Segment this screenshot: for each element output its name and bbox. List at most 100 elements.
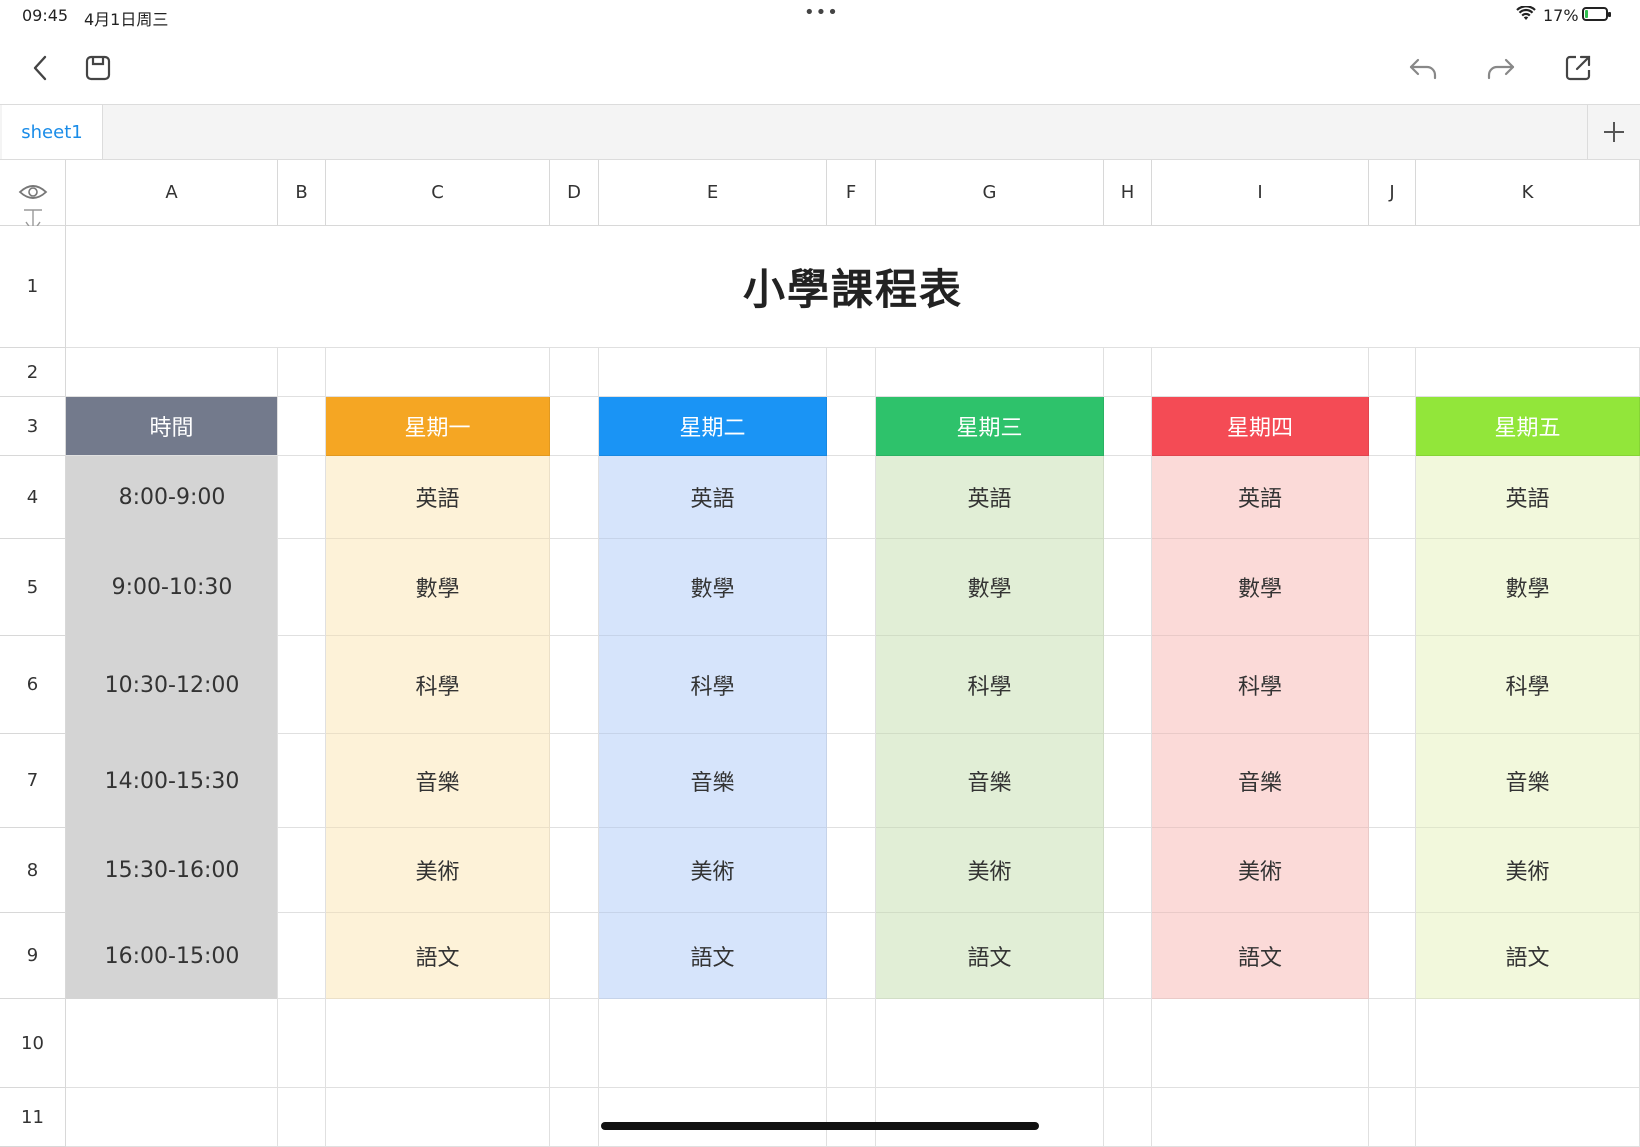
cell[interactable] [876,1088,1104,1147]
row-header-5[interactable]: 5 [0,539,66,636]
cell[interactable] [599,1088,827,1147]
cell[interactable] [1104,539,1152,636]
cell[interactable] [326,1088,550,1147]
cell[interactable] [550,456,599,539]
cell[interactable] [278,999,326,1088]
cell[interactable] [599,999,827,1088]
cell[interactable] [550,636,599,734]
plus-icon[interactable] [1587,105,1640,159]
time-slot[interactable]: 8:00-9:00 [66,456,278,539]
subject-cell[interactable]: 科學 [876,636,1104,734]
save-icon[interactable] [80,50,116,86]
cell[interactable] [550,913,599,999]
cell[interactable] [599,348,827,397]
subject-cell[interactable]: 科學 [1152,636,1369,734]
cell[interactable] [326,348,550,397]
cell[interactable] [876,348,1104,397]
subject-cell[interactable]: 語文 [1416,913,1640,999]
cell[interactable] [278,456,326,539]
subject-cell[interactable]: 英語 [1152,456,1369,539]
cell[interactable] [827,913,876,999]
subject-cell[interactable]: 音樂 [326,734,550,828]
subject-cell[interactable]: 數學 [1152,539,1369,636]
subject-cell[interactable]: 語文 [326,913,550,999]
time-slot[interactable]: 9:00-10:30 [66,539,278,636]
cell[interactable] [1104,999,1152,1088]
cell[interactable] [550,828,599,913]
cell[interactable] [827,636,876,734]
row-header-6[interactable]: 6 [0,636,66,734]
time-slot[interactable]: 14:00-15:30 [66,734,278,828]
column-header-a[interactable]: A [66,160,278,226]
subject-cell[interactable]: 數學 [326,539,550,636]
cell[interactable] [1416,999,1640,1088]
time-slot[interactable]: 10:30-12:00 [66,636,278,734]
cell[interactable] [1104,397,1152,456]
cell[interactable] [1369,397,1416,456]
cell[interactable] [278,913,326,999]
cell[interactable] [1369,999,1416,1088]
row-header-7[interactable]: 7 [0,734,66,828]
column-header-c[interactable]: C [326,160,550,226]
cell[interactable] [1369,456,1416,539]
cell[interactable] [278,734,326,828]
cell[interactable] [1416,348,1640,397]
subject-cell[interactable]: 美術 [1152,828,1369,913]
spreadsheet-grid[interactable]: A B C D E F G H I J K 1 2 3 4 5 6 7 8 9 10 11 小學課程表 時間 8:00-9:00… [0,160,1640,1147]
cell[interactable] [827,1088,876,1147]
subject-cell[interactable]: 音樂 [1152,734,1369,828]
cell[interactable] [827,348,876,397]
redo-icon[interactable] [1483,50,1519,86]
subject-cell[interactable]: 美術 [599,828,827,913]
cell[interactable] [66,348,278,397]
column-header-j[interactable]: J [1369,160,1416,226]
column-header-h[interactable]: H [1104,160,1152,226]
cell[interactable] [278,348,326,397]
cell[interactable] [1152,348,1369,397]
subject-cell[interactable]: 科學 [599,636,827,734]
cell[interactable] [1104,348,1152,397]
undo-icon[interactable] [1405,50,1441,86]
subject-cell[interactable]: 音樂 [1416,734,1640,828]
cell[interactable] [1104,456,1152,539]
subject-cell[interactable]: 音樂 [599,734,827,828]
subject-cell[interactable]: 數學 [1416,539,1640,636]
cell[interactable] [66,999,278,1088]
cell[interactable] [326,999,550,1088]
day-header[interactable]: 星期一 [326,397,550,456]
cell[interactable] [1416,1088,1640,1147]
row-header-10[interactable]: 10 [0,999,66,1088]
cell[interactable] [827,397,876,456]
column-header-b[interactable]: B [278,160,326,226]
cell[interactable] [827,539,876,636]
cell[interactable] [66,1088,278,1147]
cell[interactable] [1369,1088,1416,1147]
cell[interactable] [1104,913,1152,999]
grid-corner[interactable] [0,160,66,234]
cell[interactable] [827,828,876,913]
subject-cell[interactable]: 數學 [599,539,827,636]
cell[interactable] [550,1088,599,1147]
column-header-i[interactable]: I [1152,160,1369,226]
row-header-2[interactable]: 2 [0,348,66,397]
column-header-f[interactable]: F [827,160,876,226]
cell[interactable] [1369,828,1416,913]
subject-cell[interactable]: 音樂 [876,734,1104,828]
time-slot[interactable]: 15:30-16:00 [66,828,278,913]
cell[interactable] [827,456,876,539]
column-header-k[interactable]: K [1416,160,1640,226]
cell[interactable] [827,999,876,1088]
subject-cell[interactable]: 科學 [326,636,550,734]
cell[interactable] [827,734,876,828]
cell[interactable] [1152,1088,1369,1147]
day-header[interactable]: 星期四 [1152,397,1369,456]
cell[interactable] [278,539,326,636]
cell[interactable] [1152,999,1369,1088]
time-header[interactable]: 時間 [66,397,278,456]
cell[interactable] [278,828,326,913]
cell[interactable] [876,999,1104,1088]
row-header-8[interactable]: 8 [0,828,66,913]
cell[interactable] [1369,913,1416,999]
subject-cell[interactable]: 美術 [876,828,1104,913]
row-header-1[interactable]: 1 [0,226,66,348]
